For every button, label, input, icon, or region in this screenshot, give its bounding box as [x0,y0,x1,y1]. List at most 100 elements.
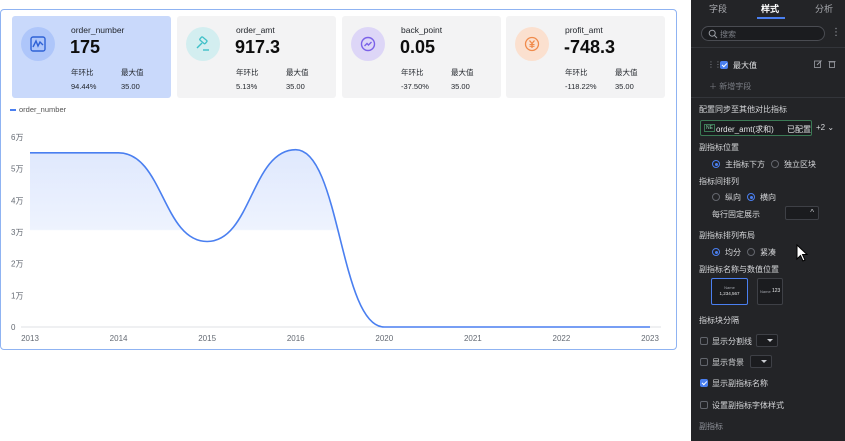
layout-thumb-stacked[interactable]: Name 1,234,567 [711,278,748,305]
arrangement-title: 指标间排列 [699,177,739,186]
metric-name: profit_amt [565,25,603,35]
add-field-button[interactable]: ＋ 新增字段 [709,81,751,92]
x-tick-label: 2023 [641,334,659,343]
radio-below-main[interactable] [712,160,720,168]
checkbox-font[interactable] [700,401,708,409]
layout-title: 副指标排列布局 [699,231,755,240]
metric-card[interactable]: profit_amt -748.3 年环比 最大值 -118.22% 35.00 [506,16,665,98]
edit-icon[interactable] [814,60,822,68]
option-even: 均分 [725,248,741,257]
sub-metric-title: 副指标 [699,422,723,431]
metric-card[interactable]: back_point 0.05 年环比 最大值 -37.50% 35.00 [342,16,501,98]
checkbox-divider[interactable] [700,337,708,345]
per-row-number-input[interactable]: ^ [785,206,819,220]
metric-value: -748.3 [564,37,616,57]
chevron-down-icon: ⌄ [827,123,835,132]
x-tick-label: 2014 [110,334,128,343]
x-tick-label: 2015 [198,334,216,343]
add-field-label: 新增字段 [719,82,752,91]
thumb-value: 123 [772,288,781,294]
field-checkbox[interactable] [720,61,728,69]
field-row-max[interactable]: ⋮⋮ 最大值 [701,57,841,73]
divider [691,97,845,98]
metric-card[interactable]: order_number 175 年环比 最大值 94.44% 35.00 [12,16,171,98]
metric-label-max: 最大值 [615,68,638,77]
metric-max-value: 35.00 [615,82,634,91]
checkbox-subname[interactable] [700,379,708,387]
metric-max-value: 35.00 [286,82,305,91]
metric-value: 917.3 [235,37,281,57]
tab-style[interactable]: 样式 [761,2,779,15]
metric-name: order_amt [236,25,275,35]
more-count-badge[interactable]: +2 ⌄ [816,123,834,132]
radio-vertical[interactable] [712,193,720,201]
tab-fields[interactable]: 字段 [709,2,727,15]
thumb-name: Name [724,285,735,290]
option-standalone: 独立区块 [784,160,816,169]
metric-label-max: 最大值 [286,68,309,77]
chart-legend[interactable]: order_number [10,105,66,114]
chart-icon [21,27,55,61]
chevron-up-icon[interactable]: ^ [810,208,814,217]
name-value-position-title: 副指标名称与数值位置 [699,265,779,274]
dashboard-widget[interactable]: order_number 175 年环比 最大值 94.44% 35.00 or… [0,9,677,350]
drag-handle-icon[interactable]: ⋮⋮ [707,60,722,69]
metric-yoy-value: 94.44% [71,82,97,91]
more-count: +2 [816,123,826,132]
tab-active-indicator [757,17,785,19]
search-icon [708,29,718,39]
y-tick-label: 0 [11,323,16,332]
radio-standalone[interactable] [771,160,779,168]
metric-value: 175 [70,37,101,57]
radio-compact[interactable] [747,248,755,256]
metric-label-yoy: 年环比 [565,68,588,77]
radio-even[interactable] [712,248,720,256]
tab-analysis[interactable]: 分析 [815,2,833,15]
legend-label: order_number [19,105,67,114]
yen-icon [515,27,549,61]
mouse-cursor-icon [796,244,809,262]
position-title: 副指标位置 [699,143,739,152]
y-tick-label: 6万 [11,133,23,142]
metric-yoy-value: 5.13% [236,82,258,91]
metric-max-value: 35.00 [121,82,140,91]
panel-tabs: 字段 样式 分析 [691,0,845,19]
trend-icon [351,27,385,61]
option-font: 设置副指标字体样式 [712,401,784,410]
chart-svg: 0 1万 2万 3万 4万 5万 6万 2013 2014 2015 2016 2020 2021 202… [11,133,661,343]
more-menu-icon[interactable]: ⋮ [831,27,841,38]
field-label: 最大值 [733,61,757,70]
legend-swatch [10,108,16,111]
option-below-main: 主指标下方 [725,160,765,169]
fixed-per-row-label: 每行固定展示 [712,210,760,219]
checkbox-background[interactable] [700,358,708,366]
x-tick-label: 2020 [375,334,393,343]
search-placeholder: 搜索 [720,30,736,39]
delete-icon[interactable] [828,60,836,68]
option-divider: 显示分割线 [712,337,752,346]
metric-card[interactable]: order_amt 917.3 年环比 最大值 5.13% 35.00 [177,16,336,98]
configured-status: 已配置 [787,125,811,134]
divider-style-select[interactable] [756,334,778,347]
plus-icon: ＋ [709,82,720,91]
x-tick-label: 2016 [287,334,305,343]
y-tick-label: 1万 [11,291,23,300]
compare-metric-name: order_amt(求和) [716,125,774,134]
background-color-select[interactable] [750,355,772,368]
separator-title: 指标块分隔 [699,316,739,325]
metric-yoy-value: -118.22% [565,82,597,91]
style-panel: 字段 样式 分析 搜索 ⋮ ⋮⋮ 最大值 ＋ 新增字段 配置同步至其他对比指标 … [691,0,845,441]
radio-horizontal[interactable] [747,193,755,201]
x-tick-label: 2021 [464,334,482,343]
compare-metric-select[interactable]: NE order_amt(求和) 已配置 [700,120,812,136]
search-input[interactable]: 搜索 [701,26,825,41]
sync-title: 配置同步至其他对比指标 [699,105,787,114]
hammer-icon [186,27,220,61]
divider [691,47,845,48]
y-tick-label: 2万 [11,260,23,269]
y-tick-label: 4万 [11,196,23,205]
metric-name: order_number [71,25,125,35]
layout-thumb-inline[interactable]: Name 123 [757,278,783,305]
option-subname: 显示副指标名称 [712,379,768,388]
metric-cards: order_number 175 年环比 最大值 94.44% 35.00 or… [12,16,667,100]
